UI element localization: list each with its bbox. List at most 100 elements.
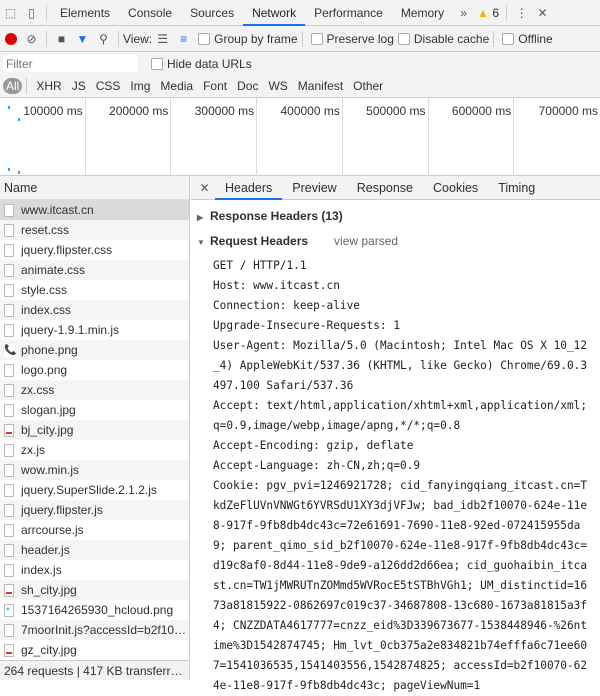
- image-file-icon: [4, 423, 14, 437]
- timeline-tick: 300000 ms: [171, 98, 258, 176]
- request-row[interactable]: 📞 phone.png: [0, 340, 189, 360]
- network-overview-timeline[interactable]: 100000 ms 200000 ms 300000 ms 400000 ms 5000…: [0, 98, 600, 176]
- request-row[interactable]: reset.css: [0, 220, 189, 240]
- filter-type-media[interactable]: Media: [155, 79, 198, 93]
- request-row[interactable]: bj_city.jpg: [0, 420, 189, 440]
- detail-tab-timing[interactable]: Timing: [488, 176, 545, 200]
- search-icon[interactable]: ⚲: [94, 28, 113, 50]
- request-name: style.css: [21, 283, 68, 297]
- request-row[interactable]: sh_city.jpg: [0, 580, 189, 600]
- view-parsed-link[interactable]: view parsed: [334, 234, 398, 248]
- preserve-log-label: Preserve log: [326, 31, 394, 46]
- filter-type-doc[interactable]: Doc: [232, 79, 263, 93]
- filter-type-ws[interactable]: WS: [263, 79, 292, 93]
- tab-network[interactable]: Network: [243, 0, 306, 26]
- request-row[interactable]: zx.css: [0, 380, 189, 400]
- tab-sources[interactable]: Sources: [181, 0, 243, 26]
- inspect-element-icon[interactable]: ⬚: [1, 2, 20, 24]
- request-row[interactable]: gz_city.jpg: [0, 640, 189, 660]
- request-name: header.js: [21, 543, 70, 557]
- request-row[interactable]: 7moorInit.js?accessId=b2f10070-624e: [0, 620, 189, 640]
- filter-type-other[interactable]: Other: [348, 79, 388, 93]
- response-headers-section[interactable]: ▶ Response Headers (13): [191, 204, 600, 229]
- request-row[interactable]: www.itcast.cn: [0, 200, 189, 220]
- request-row[interactable]: 1537164265930_hcloud.png: [0, 600, 189, 620]
- device-toolbar-icon[interactable]: ▯: [22, 2, 41, 24]
- tab-performance[interactable]: Performance: [305, 0, 392, 26]
- filter-type-all[interactable]: All: [3, 78, 23, 94]
- request-row[interactable]: arrcourse.js: [0, 520, 189, 540]
- request-name: 1537164265930_hcloud.png: [21, 603, 174, 617]
- request-row[interactable]: zx.js: [0, 440, 189, 460]
- header-line: 73a81815922-0862697c019c37-34687808-13c6…: [213, 599, 588, 612]
- filter-type-css[interactable]: CSS: [91, 79, 126, 93]
- request-row[interactable]: header.js: [0, 540, 189, 560]
- group-by-frame-checkbox[interactable]: [198, 32, 211, 45]
- timeline-tick: 100000 ms: [0, 98, 86, 176]
- document-file-icon: [4, 463, 14, 477]
- image-file-icon: [4, 643, 14, 657]
- divider: [301, 30, 303, 47]
- request-name: zx.js: [21, 443, 45, 457]
- header-line: d19c8af0-8d44-11e8-9de9-a126dd2d66ea; ci…: [213, 559, 588, 572]
- preserve-log-checkbox[interactable]: [310, 32, 323, 45]
- header-line: 497.100 Safari/537.36: [213, 379, 354, 392]
- kebab-menu-icon[interactable]: ⋮: [512, 2, 531, 24]
- record-button[interactable]: [1, 28, 20, 50]
- detail-tab-preview[interactable]: Preview: [282, 176, 346, 200]
- document-file-icon: [4, 543, 14, 557]
- filter-icon[interactable]: ▼: [73, 28, 92, 50]
- tab-console[interactable]: Console: [119, 0, 181, 26]
- name-column-header[interactable]: Name: [0, 176, 189, 200]
- detail-tab-cookies[interactable]: Cookies: [423, 176, 488, 200]
- divider: [118, 30, 119, 47]
- request-row[interactable]: jquery.flipster.css: [0, 240, 189, 260]
- request-row[interactable]: index.js: [0, 560, 189, 580]
- image-file-icon: [4, 602, 14, 620]
- header-line: st.cn=TW1jMWRUTnZOMmd5WVRocE5tSTBhVGh1; …: [213, 579, 588, 592]
- timeline-tick: 700000 ms: [538, 104, 598, 118]
- offline-checkbox[interactable]: [502, 32, 515, 45]
- request-row[interactable]: jquery.SuperSlide.2.1.2.js: [0, 480, 189, 500]
- disable-cache-checkbox[interactable]: [397, 32, 410, 45]
- request-name: reset.css: [21, 223, 70, 237]
- detail-tab-headers[interactable]: Headers: [215, 176, 283, 200]
- request-row[interactable]: slogan.jpg: [0, 400, 189, 420]
- close-detail-icon[interactable]: ✕: [195, 177, 214, 199]
- header-line: 4e-11e8-917f-9fb8db4dc43c; pageViewNum=1: [213, 679, 481, 692]
- request-row[interactable]: wow.min.js: [0, 460, 189, 480]
- document-file-icon: [4, 263, 14, 277]
- document-file-icon: [4, 503, 14, 517]
- warnings-badge[interactable]: ▲ 6: [477, 6, 499, 20]
- request-headers-section[interactable]: ▼ Request Headers view parsed: [191, 229, 600, 254]
- divider: [46, 4, 47, 21]
- request-row[interactable]: jquery.flipster.js: [0, 500, 189, 520]
- more-tabs-icon[interactable]: »: [454, 2, 473, 24]
- filter-type-img[interactable]: Img: [125, 79, 155, 93]
- filter-type-xhr[interactable]: XHR: [31, 79, 66, 93]
- list-view-icon[interactable]: ☰: [153, 28, 172, 50]
- detail-tab-response[interactable]: Response: [347, 176, 423, 200]
- request-name: sh_city.jpg: [21, 583, 77, 597]
- filter-type-js[interactable]: JS: [67, 79, 91, 93]
- filter-type-manifest[interactable]: Manifest: [293, 79, 348, 93]
- request-row[interactable]: style.css: [0, 280, 189, 300]
- divider: [506, 4, 508, 21]
- close-icon[interactable]: ✕: [533, 2, 552, 24]
- request-row[interactable]: jquery-1.9.1.min.js: [0, 320, 189, 340]
- tab-elements[interactable]: Elements: [51, 0, 119, 26]
- waterfall-view-icon[interactable]: ≡: [174, 28, 193, 50]
- filter-type-font[interactable]: Font: [198, 79, 232, 93]
- document-file-icon: [4, 303, 14, 317]
- document-file-icon: [4, 323, 14, 337]
- clear-icon[interactable]: ⊘: [22, 28, 41, 50]
- hide-data-urls-checkbox[interactable]: [151, 57, 163, 70]
- request-row[interactable]: animate.css: [0, 260, 189, 280]
- document-file-icon: [4, 443, 14, 457]
- request-row[interactable]: logo.png: [0, 360, 189, 380]
- screenshot-camera-icon[interactable]: ■: [52, 28, 71, 50]
- filter-input[interactable]: [3, 55, 138, 72]
- divider: [493, 30, 495, 47]
- request-row[interactable]: index.css: [0, 300, 189, 320]
- tab-memory[interactable]: Memory: [392, 0, 453, 26]
